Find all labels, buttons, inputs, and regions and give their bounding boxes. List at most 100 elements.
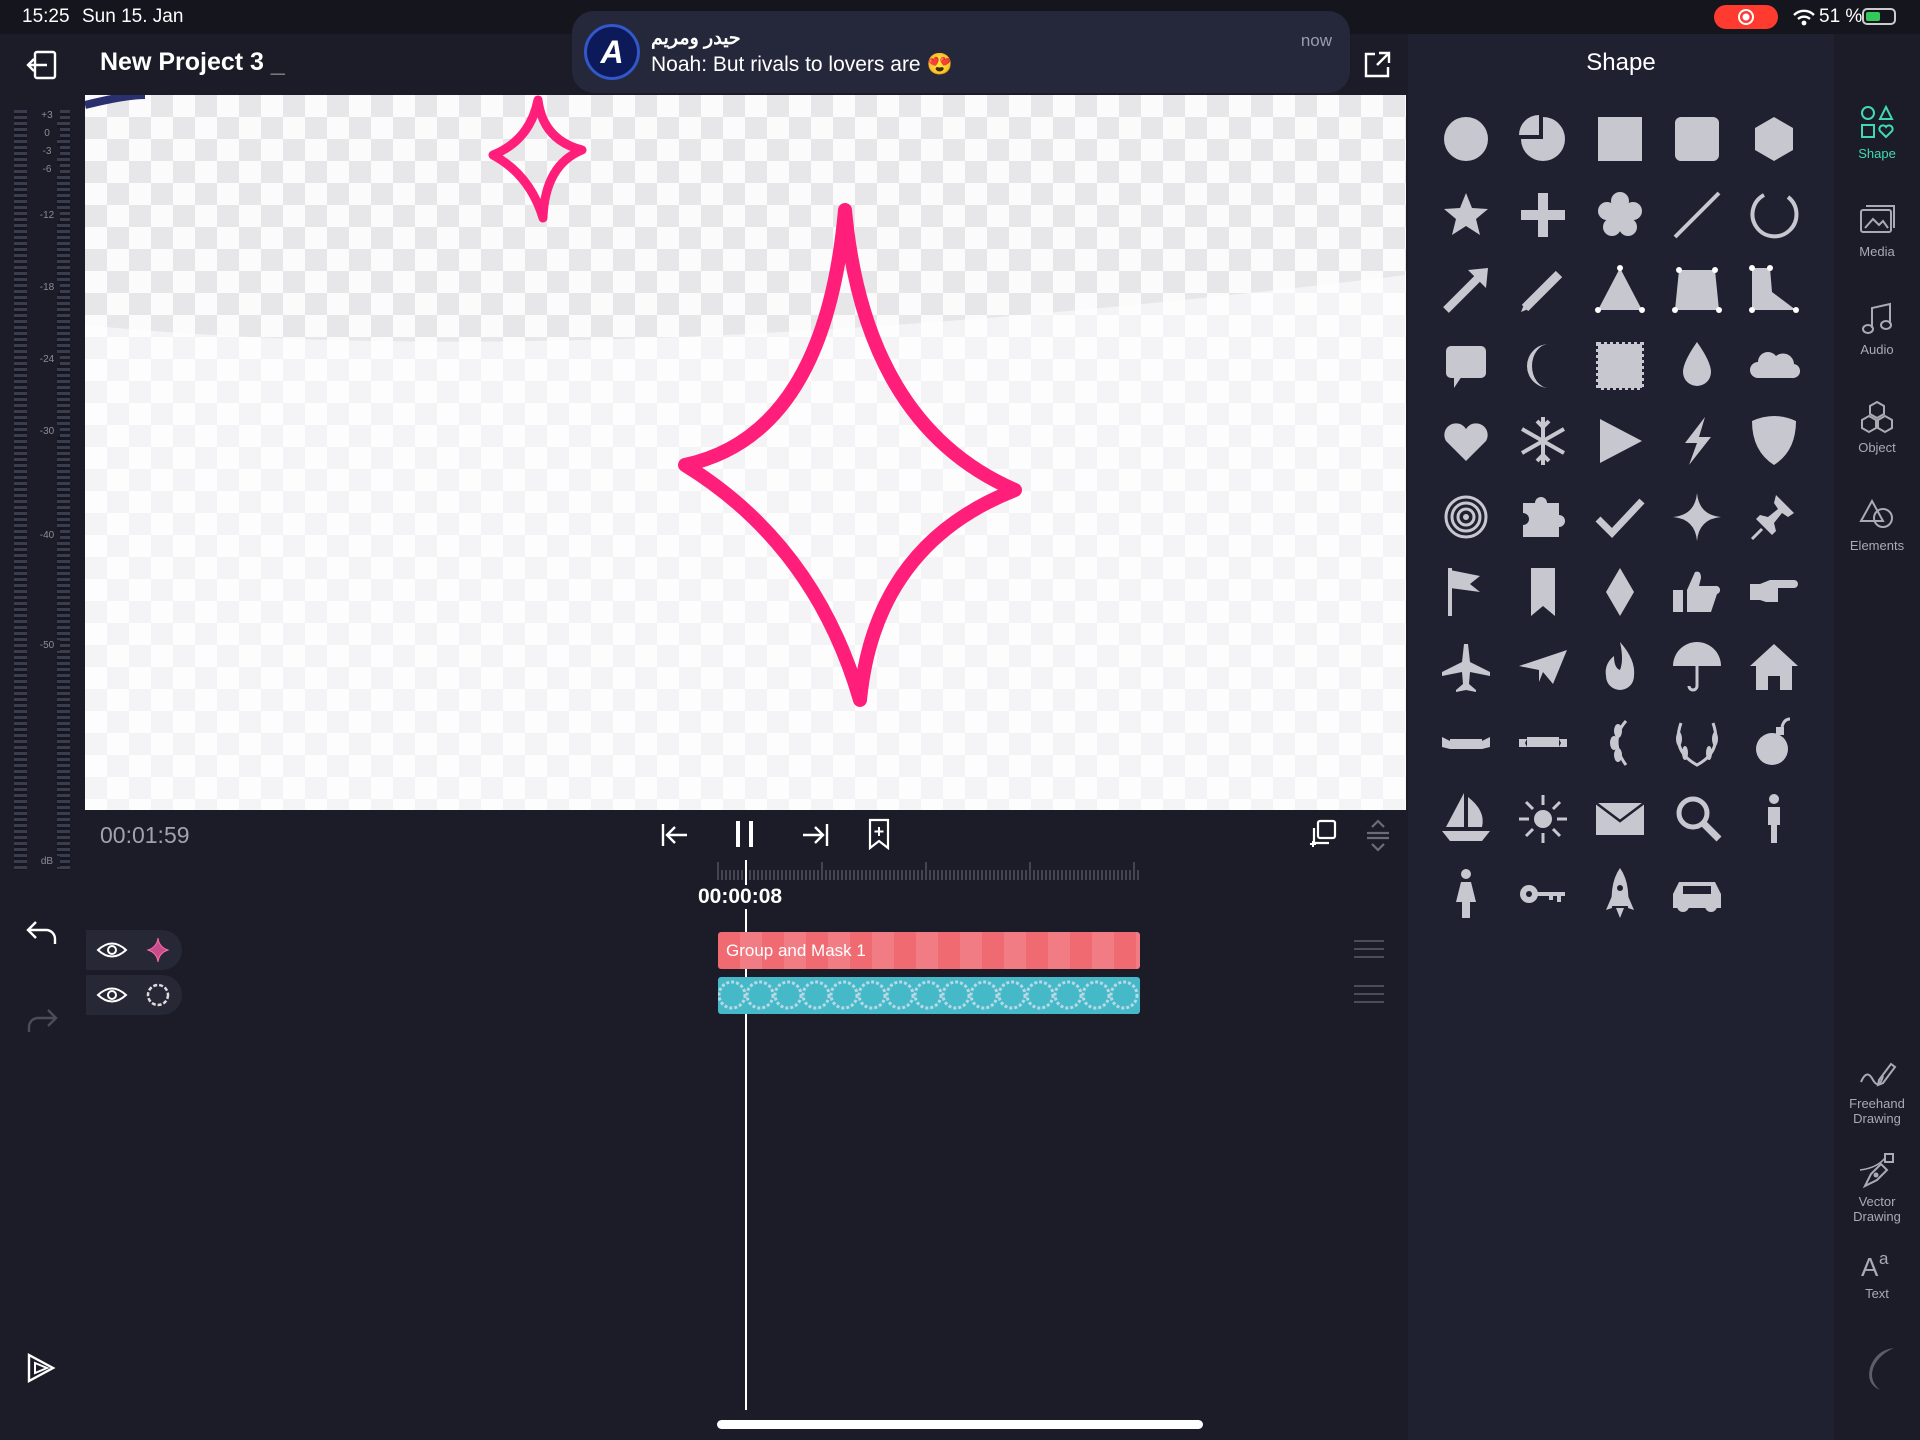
- preview-canvas[interactable]: [85, 95, 1406, 810]
- eye-icon[interactable]: [96, 985, 128, 1005]
- shape-item-crescent[interactable]: [1505, 328, 1581, 404]
- vector-pen-icon: [1859, 1153, 1894, 1189]
- redo-icon[interactable]: [26, 1008, 58, 1034]
- umbrella-icon: [1673, 641, 1721, 691]
- shape-item-puzzle[interactable]: [1505, 479, 1581, 555]
- shape-item-laurel-left[interactable]: [1582, 705, 1658, 781]
- meter-tick: +3: [34, 110, 60, 121]
- shape-item-stamp[interactable]: [1582, 328, 1658, 404]
- tool-object[interactable]: Object: [1834, 398, 1920, 455]
- bookmark-icon: [1531, 568, 1555, 616]
- timeline-ruler[interactable]: [717, 858, 1141, 884]
- shape-item-paper-plane[interactable]: [1505, 630, 1581, 706]
- laurel-wreath-icon: [1676, 722, 1718, 767]
- banner-icon: [1442, 737, 1490, 749]
- shape-item-diamond[interactable]: [1582, 554, 1658, 630]
- eye-icon[interactable]: [96, 940, 128, 960]
- shape-item-flower[interactable]: [1582, 177, 1658, 253]
- shape-item-line[interactable]: [1659, 177, 1735, 253]
- shape-item-square[interactable]: [1582, 101, 1658, 177]
- clip-ring-shape[interactable]: [718, 977, 1140, 1014]
- shape-item-rounded-square[interactable]: [1659, 101, 1735, 177]
- skip-to-start-icon[interactable]: [660, 822, 690, 848]
- shape-item-banner[interactable]: [1428, 705, 1504, 781]
- shape-item-arrow[interactable]: [1428, 252, 1504, 328]
- shape-item-house[interactable]: [1736, 630, 1812, 706]
- shape-item-play[interactable]: [1582, 403, 1658, 479]
- trapezoid-icon: [1672, 267, 1722, 313]
- shape-item-key[interactable]: [1505, 856, 1581, 932]
- shape-item-man[interactable]: [1736, 781, 1812, 857]
- shape-item-bomb[interactable]: [1736, 705, 1812, 781]
- shape-item-speech-bubble[interactable]: [1428, 328, 1504, 404]
- ring-mark: [913, 980, 943, 1010]
- shape-item-spiral[interactable]: [1428, 479, 1504, 555]
- shape-item-hexagon[interactable]: [1736, 101, 1812, 177]
- tool-media[interactable]: Media: [1834, 202, 1920, 259]
- shape-item-magnifier[interactable]: [1659, 781, 1735, 857]
- shape-item-laurel-wreath[interactable]: [1659, 705, 1735, 781]
- exit-project-icon[interactable]: [26, 50, 58, 80]
- shape-item-triangle[interactable]: [1582, 252, 1658, 328]
- shape-item-drop[interactable]: [1659, 328, 1735, 404]
- tool-elements[interactable]: Elements: [1834, 496, 1920, 553]
- shape-item-ribbon[interactable]: [1505, 705, 1581, 781]
- pause-icon[interactable]: [732, 818, 758, 850]
- shape-item-envelope[interactable]: [1582, 781, 1658, 857]
- ring-mark: [1109, 980, 1139, 1010]
- shape-item-pencil[interactable]: [1505, 252, 1581, 328]
- track-1-handle[interactable]: [1354, 940, 1384, 958]
- home-indicator[interactable]: [717, 1420, 1203, 1429]
- shape-item-bookmark[interactable]: [1505, 554, 1581, 630]
- sparkle-shape-small[interactable]: [85, 95, 1406, 810]
- shape-item-rocket[interactable]: [1582, 856, 1658, 932]
- project-title[interactable]: New Project 3 _: [100, 48, 285, 77]
- shape-item-lightning[interactable]: [1659, 403, 1735, 479]
- shape-item-pushpin[interactable]: [1736, 479, 1812, 555]
- shape-item-sun[interactable]: [1505, 781, 1581, 857]
- track-2-handle[interactable]: [1354, 985, 1384, 1003]
- duplicate-layer-icon[interactable]: [1308, 818, 1338, 850]
- skip-to-end-icon[interactable]: [800, 822, 830, 848]
- shape-item-airplane[interactable]: [1428, 630, 1504, 706]
- shape-item-sailboat[interactable]: [1428, 781, 1504, 857]
- notification-banner[interactable]: A حيدر ومريم Noah: But rivals to lovers …: [572, 11, 1350, 93]
- resize-timeline-icon[interactable]: [1364, 818, 1392, 852]
- heart-icon: [1444, 423, 1488, 461]
- ring-mark: [718, 980, 747, 1010]
- shape-item-shield[interactable]: [1736, 403, 1812, 479]
- shape-item-checkmark[interactable]: [1582, 479, 1658, 555]
- shape-item-arc[interactable]: [1736, 177, 1812, 253]
- shape-item-fire[interactable]: [1582, 630, 1658, 706]
- tool-shape[interactable]: Shape: [1834, 104, 1920, 161]
- shape-item-pie[interactable]: [1505, 101, 1581, 177]
- shape-item-thumbs-up[interactable]: [1659, 554, 1735, 630]
- ribbon-icon: [1519, 737, 1567, 747]
- shape-item-flag[interactable]: [1428, 554, 1504, 630]
- tool-vector-drawing[interactable]: Vector Drawing: [1834, 1152, 1920, 1224]
- shape-item-snowflake[interactable]: [1505, 403, 1581, 479]
- screen-recording-indicator[interactable]: [1714, 5, 1778, 29]
- shape-item-circle[interactable]: [1428, 101, 1504, 177]
- meter-tick: -18: [34, 282, 60, 293]
- shape-item-woman[interactable]: [1428, 856, 1504, 932]
- tool-text[interactable]: Aa Text: [1834, 1246, 1920, 1301]
- shape-item-car[interactable]: [1659, 856, 1735, 932]
- sparkle-icon: [1673, 492, 1721, 541]
- shape-item-star[interactable]: [1428, 177, 1504, 253]
- add-bookmark-icon[interactable]: [866, 818, 892, 850]
- shape-item-pointing-hand[interactable]: [1736, 554, 1812, 630]
- export-icon[interactable]: [26, 1352, 56, 1384]
- shape-item-trapezoid[interactable]: [1659, 252, 1735, 328]
- shape-item-umbrella[interactable]: [1659, 630, 1735, 706]
- clip-group-and-mask[interactable]: Group and Mask 1: [718, 932, 1140, 969]
- shape-item-sparkle[interactable]: [1659, 479, 1735, 555]
- fullscreen-icon[interactable]: [1362, 50, 1392, 80]
- tool-audio[interactable]: Audio: [1834, 300, 1920, 357]
- shape-item-cross[interactable]: [1505, 177, 1581, 253]
- shape-item-l-shape[interactable]: [1736, 252, 1812, 328]
- undo-icon[interactable]: [26, 920, 58, 946]
- shape-item-cloud[interactable]: [1736, 328, 1812, 404]
- shape-item-heart[interactable]: [1428, 403, 1504, 479]
- tool-freehand-drawing[interactable]: Freehand Drawing: [1834, 1058, 1920, 1126]
